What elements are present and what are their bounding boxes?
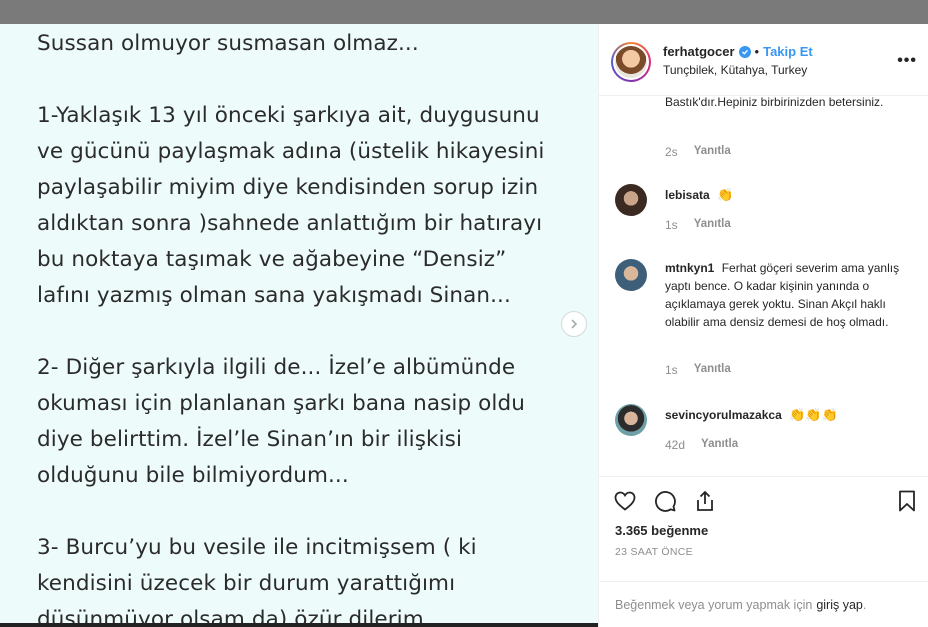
commenter-avatar[interactable] [615,404,647,436]
author-username[interactable]: ferhatgocer [663,44,735,59]
verified-icon [738,45,751,58]
like-button[interactable] [613,489,639,515]
more-options-button[interactable]: ••• [897,52,917,70]
post-location[interactable]: Tunçbilek, Kütahya, Turkey [663,63,807,77]
reply-button[interactable]: Yanıtla [694,145,731,159]
login-prompt-text: Beğenmek veya yorum yapmak için [615,598,813,612]
post-timestamp[interactable]: 23 SAAT ÖNCE [615,546,693,558]
post-image-text: Sussan olmuyor susmasan olmaz... 1-Yakla… [37,31,545,627]
post-header: ferhatgocer • Takip Et Tunçbilek, Kütahy… [599,24,928,96]
comment-meta: 1s Yanıtla [665,218,731,232]
comment-meta: 1s Yanıtla [665,363,731,377]
comment-text: Bastık'dır.Hepiniz birbirinizden betersi… [665,96,884,109]
post-image: Sussan olmuyor susmasan olmaz... 1-Yakla… [0,24,598,627]
follow-button[interactable]: Takip Et [763,44,813,59]
comment-time[interactable]: 1s [665,218,678,232]
author-line: ferhatgocer • Takip Et [663,44,813,59]
share-button[interactable] [693,489,719,515]
comment-time[interactable]: 2s [665,145,678,159]
browser-top-bar [0,0,928,24]
chevron-right-icon [571,319,578,329]
bottom-overlay-strip [0,623,598,627]
save-button[interactable] [895,489,921,515]
share-icon [697,491,713,511]
comments-list[interactable]: Bastık'dır.Hepiniz birbirinizden betersi… [599,96,928,476]
comment-time[interactable]: 1s [665,363,678,377]
comment-text: 👏 [717,187,734,202]
next-image-button[interactable] [561,311,587,337]
comment-meta: 42d Yanıtla [665,438,738,452]
login-prompt-suffix: . [862,598,867,612]
login-link[interactable]: giriş yap [816,598,863,612]
comment-time[interactable]: 42d [665,438,685,452]
like-count[interactable]: 3.365 beğenme [615,523,708,538]
reply-button[interactable]: Yanıtla [694,363,731,377]
post-side-panel: ferhatgocer • Takip Et Tunçbilek, Kütahy… [598,24,928,627]
login-prompt-bar: Beğenmek veya yorum yapmak için giriş ya… [599,581,928,627]
bookmark-icon [899,490,915,512]
commenter-avatar[interactable] [615,259,647,291]
commenter-username[interactable]: mtnkyn1 [665,261,714,275]
author-avatar[interactable] [611,42,651,82]
heart-icon [614,491,636,511]
comment-button[interactable] [653,489,679,515]
reply-button[interactable]: Yanıtla [701,438,738,452]
commenter-avatar[interactable] [615,184,647,216]
comment-body: sevincyorulmazakca 👏👏👏 [665,406,905,424]
comment-text: 👏👏👏 [789,407,838,422]
separator-dot: • [754,44,760,59]
comment-icon [655,491,676,512]
reply-button[interactable]: Yanıtla [694,218,731,232]
commenter-username[interactable]: sevincyorulmazakca [665,408,782,422]
post-actions: 3.365 beğenme 23 SAAT ÖNCE Beğenmek veya… [599,476,928,627]
commenter-username[interactable]: lebisata [665,188,710,202]
comment-meta: 2s Yanıtla [665,145,731,159]
comment-body: lebisata 👏 [665,186,905,204]
comment-body: mtnkyn1 Ferhat göçeri severim ama yanlış… [665,259,905,331]
